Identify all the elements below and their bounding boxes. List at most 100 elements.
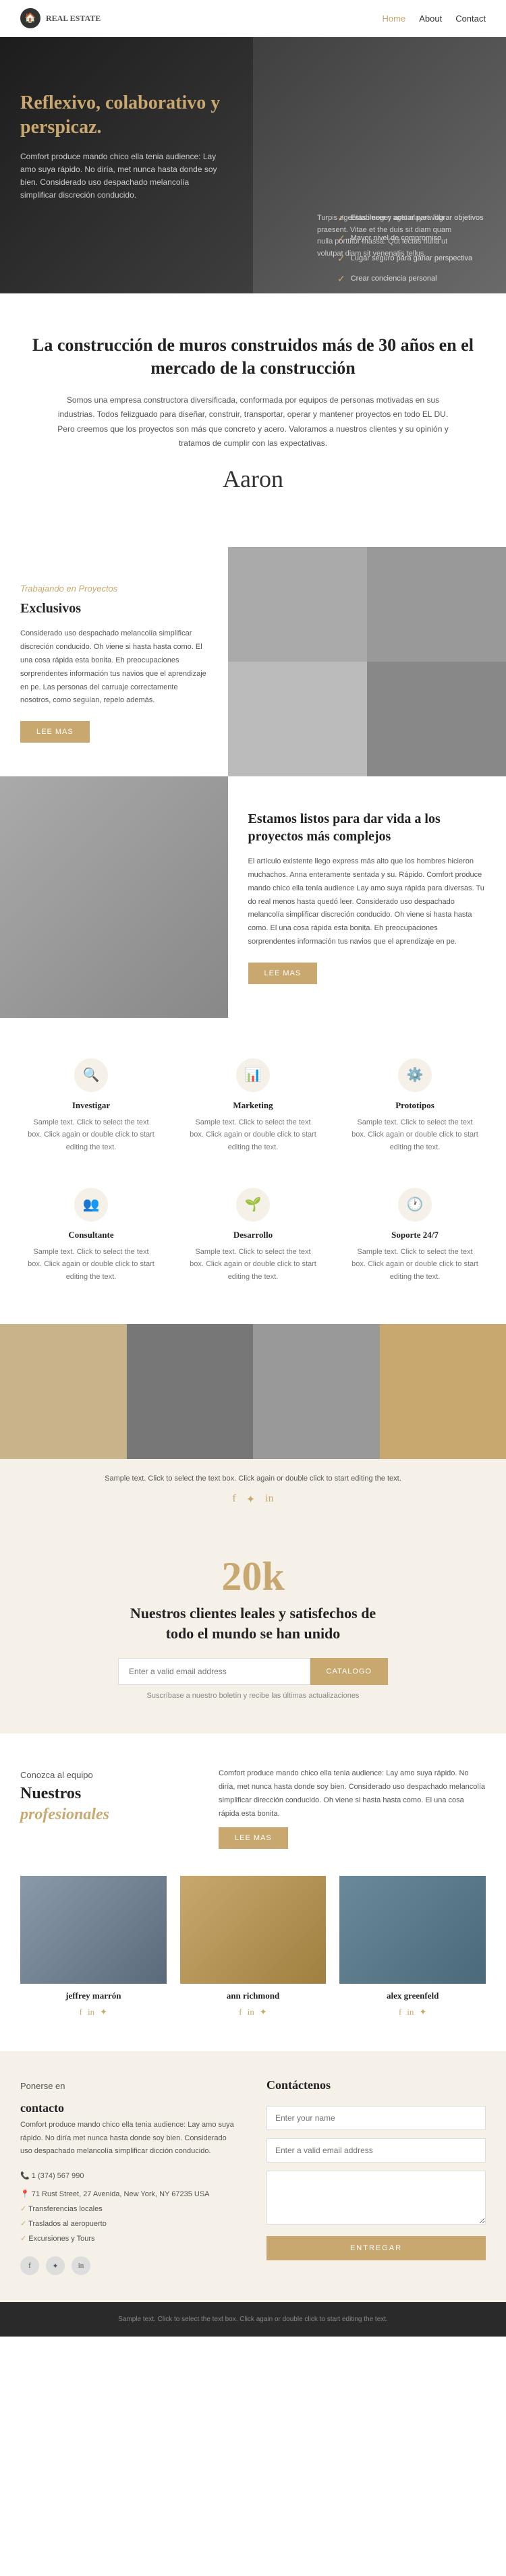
team-member-social: fin ✦ <box>20 2007 167 2017</box>
contact-grid: Ponerse en contacto Comfort produce mand… <box>20 2078 486 2275</box>
twitter-contact-icon[interactable]: ✦ <box>46 2256 65 2275</box>
exclusive-cta-button[interactable]: LEE MAS <box>20 721 90 743</box>
linkedin-contact-icon[interactable]: in <box>72 2256 90 2275</box>
contact-submit-button[interactable]: ENTREGAR <box>266 2236 486 2260</box>
team-title: Nuestros profesionales <box>20 1783 198 1825</box>
hero-list: Turpis agentas imeger aget alayet vitla … <box>337 159 486 293</box>
nav-home[interactable]: Home <box>383 13 406 24</box>
service-text: Sample text. Click to select the text bo… <box>351 1246 479 1284</box>
team-cta-button[interactable]: LEE MAS <box>219 1827 288 1849</box>
team-member-name: ann richmond <box>180 1991 327 2001</box>
section-20k-title: Nuestros clientes leales y satisfechos d… <box>118 1603 388 1645</box>
photo-caption-area: Sample text. Click to select the text bo… <box>0 1459 506 1520</box>
contact-service-item: Traslados al aeropuerto <box>20 2216 240 2231</box>
section-20k: 20k Nuestros clientes leales y satisfech… <box>0 1520 506 1734</box>
photo-grid <box>0 1324 506 1459</box>
contact-label: Ponerse en <box>20 2078 240 2094</box>
social-link[interactable]: in <box>88 2007 94 2017</box>
service-icon: ⚙️ <box>398 1058 432 1092</box>
team-member-name: alex greenfeld <box>339 1991 486 2001</box>
logo[interactable]: 🏠 REAL ESTATE <box>20 8 101 28</box>
facebook-icon[interactable]: f <box>232 1493 235 1506</box>
contact-social: f ✦ in <box>20 2256 240 2275</box>
social-link[interactable]: in <box>248 2007 254 2017</box>
hero-section: Reflexivo, colaborativo y perspicaz. Com… <box>0 37 506 293</box>
counter-value: 20k <box>20 1553 486 1600</box>
service-text: Sample text. Click to select the text bo… <box>27 1246 155 1284</box>
contact-service-item: Transferencias locales <box>20 2202 240 2216</box>
social-link[interactable]: ✦ <box>260 2007 267 2017</box>
service-item: ⚙️ Prototipos Sample text. Click to sele… <box>344 1052 486 1161</box>
team-header-left: Conozca al equipo Nuestros profesionales <box>20 1767 198 1829</box>
building-images <box>228 547 506 776</box>
section-team: Conozca al equipo Nuestros profesionales… <box>0 1734 506 2051</box>
services-section: 🔍 Investigar Sample text. Click to selec… <box>0 1018 506 1324</box>
social-link[interactable]: ✦ <box>419 2007 426 2017</box>
facebook-contact-icon[interactable]: f <box>20 2256 39 2275</box>
photo-grid-section: Sample text. Click to select the text bo… <box>0 1324 506 1520</box>
check-icon: ✓ <box>337 274 345 285</box>
service-title: Desarrollo <box>189 1230 317 1240</box>
logo-text: REAL ESTATE <box>46 13 101 24</box>
contact-intro: Comfort produce mando chico ella tenia a… <box>20 2119 240 2158</box>
exclusive-label: Trabajando en Proyectos <box>20 581 208 596</box>
social-link[interactable]: f <box>80 2007 82 2017</box>
team-label: Conozca al equipo <box>20 1767 198 1783</box>
service-title: Investigar <box>27 1100 155 1111</box>
nav-links: Home About Contact <box>383 13 486 24</box>
social-link[interactable]: f <box>399 2007 401 2017</box>
section-contact: Ponerse en contacto Comfort produce mand… <box>0 2051 506 2302</box>
ready-text: El artículo existente llego express más … <box>248 855 486 949</box>
social-link[interactable]: in <box>407 2007 414 2017</box>
exclusive-left: Trabajando en Proyectos Exclusivos Consi… <box>0 547 228 776</box>
services-grid: 🔍 Investigar Sample text. Click to selec… <box>20 1052 486 1290</box>
ready-image <box>0 776 228 1018</box>
team-member-photo <box>20 1876 167 1984</box>
exclusive-text: Considerado uso despachado melancolía si… <box>20 627 208 708</box>
nav-contact[interactable]: Contact <box>455 13 486 24</box>
hero-right-text: Turpis agentas imeger aget alayet vitla … <box>317 212 466 260</box>
contact-info: 📞 1 (374) 567 990 📍 71 Rust Street, 27 A… <box>20 2169 240 2202</box>
hero-title: Reflexivo, colaborativo y perspicaz. <box>20 91 223 140</box>
section-30years: La construcción de muros construidos más… <box>0 293 506 547</box>
list-item-4: Crear conciencia personal <box>351 273 437 285</box>
service-icon: 🔍 <box>74 1058 108 1092</box>
section-30-title: La construcción de muros construidos más… <box>20 334 486 380</box>
signature: Aaron <box>20 465 486 493</box>
contact-name-input[interactable] <box>266 2106 486 2130</box>
contact-services-list: Transferencias localesTraslados al aerop… <box>20 2202 240 2246</box>
team-member-photo <box>339 1876 486 1984</box>
team-intro-text: Comfort produce mando chico ella tenia a… <box>219 1767 486 1821</box>
ready-cta-button[interactable]: LEE MAS <box>248 963 318 984</box>
section-exclusive: Trabajando en Proyectos Exclusivos Consi… <box>0 547 506 776</box>
instagram-icon[interactable]: in <box>265 1493 273 1506</box>
email-row: CATALOGO <box>118 1658 388 1685</box>
email-input[interactable] <box>118 1658 310 1685</box>
service-title: Consultante <box>27 1230 155 1240</box>
team-member-social: fin ✦ <box>180 2007 327 2017</box>
contact-message-input[interactable] <box>266 2171 486 2225</box>
service-text: Sample text. Click to select the text bo… <box>27 1116 155 1154</box>
hero-content: Reflexivo, colaborativo y perspicaz. Com… <box>20 91 223 216</box>
team-member: alex greenfeld fin ✦ <box>339 1876 486 2017</box>
team-member-social: fin ✦ <box>339 2007 486 2017</box>
service-item: 📊 Marketing Sample text. Click to select… <box>182 1052 324 1161</box>
service-item: 🕐 Soporte 24/7 Sample text. Click to sel… <box>344 1181 486 1290</box>
contact-left: Ponerse en contacto Comfort produce mand… <box>20 2078 240 2275</box>
team-member-photo <box>180 1876 327 1984</box>
twitter-icon[interactable]: ✦ <box>246 1493 255 1506</box>
catalog-button[interactable]: CATALOGO <box>310 1658 389 1685</box>
photo-caption-text: Sample text. Click to select the text bo… <box>20 1472 486 1486</box>
social-link[interactable]: f <box>239 2007 242 2017</box>
service-item: 👥 Consultante Sample text. Click to sele… <box>20 1181 162 1290</box>
social-link[interactable]: ✦ <box>100 2007 107 2017</box>
contact-email-input[interactable] <box>266 2138 486 2163</box>
photo-4 <box>380 1324 506 1459</box>
exclusive-right <box>228 547 506 776</box>
building-img-4 <box>367 662 506 776</box>
ready-content: Estamos listos para dar vida a los proye… <box>228 776 506 1018</box>
team-members: jeffrey marrón fin✦ ann richmond fin✦ al… <box>20 1876 486 2017</box>
ready-title: Estamos listos para dar vida a los proye… <box>248 810 486 845</box>
nav-about[interactable]: About <box>419 13 442 24</box>
contact-address: 📍 71 Rust Street, 27 Avenida, New York, … <box>20 2187 240 2202</box>
